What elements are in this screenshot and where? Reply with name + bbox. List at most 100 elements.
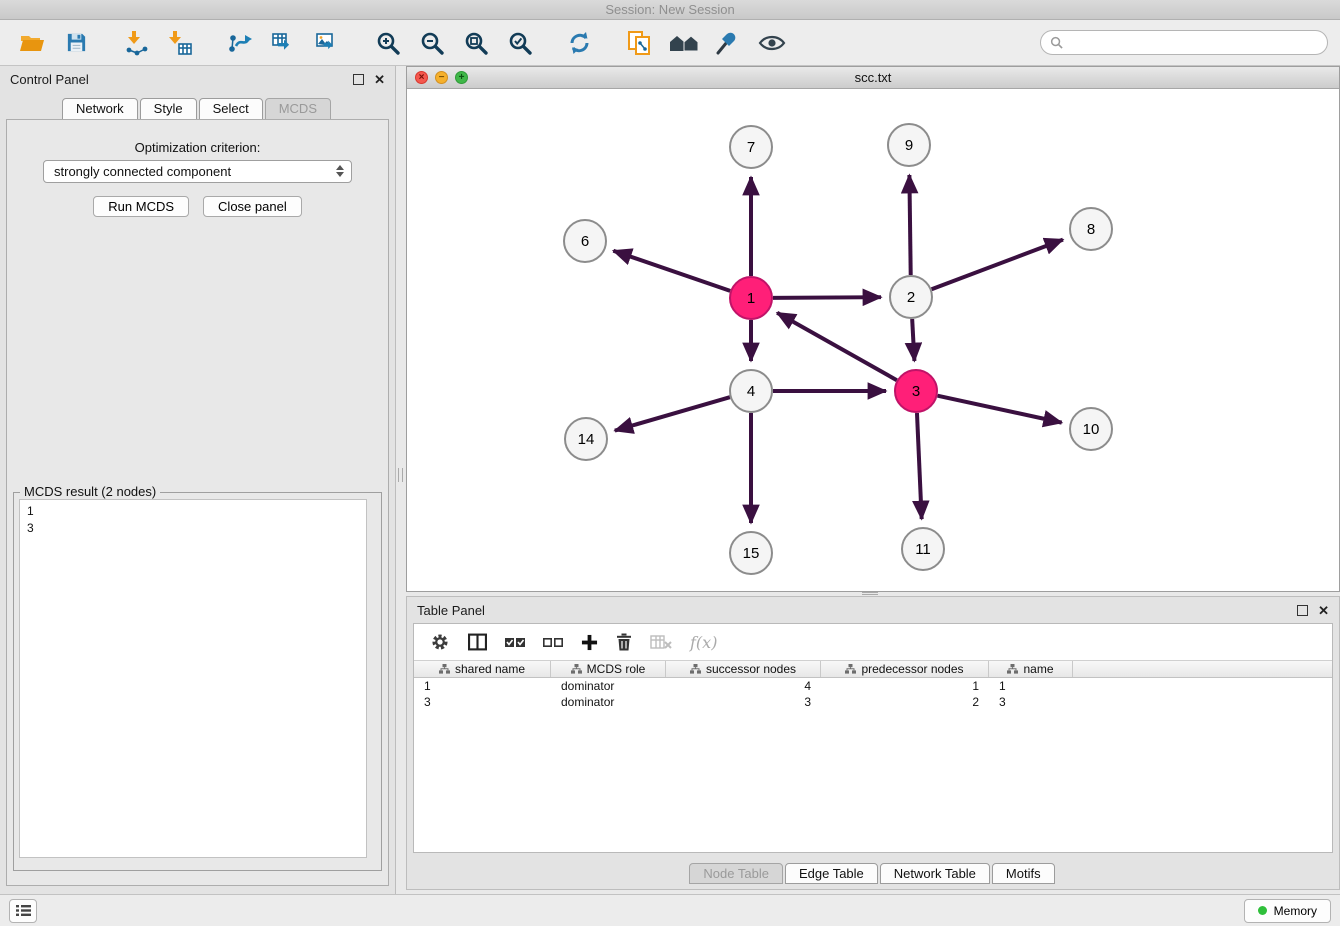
edge-1-6[interactable]	[613, 251, 730, 291]
node-15[interactable]: 15	[730, 532, 772, 574]
table-cell[interactable]: 2	[821, 694, 989, 710]
search-input[interactable]	[1068, 36, 1318, 50]
maximize-window-icon[interactable]: +	[455, 71, 468, 84]
export-image-button[interactable]	[308, 24, 348, 62]
import-network-icon	[123, 30, 149, 56]
node-6[interactable]: 6	[564, 220, 606, 262]
refresh-button[interactable]	[560, 24, 600, 62]
export-network-button[interactable]	[220, 24, 260, 62]
import-network-button[interactable]	[116, 24, 156, 62]
zoom-fit-button[interactable]	[456, 24, 496, 62]
tab-motifs[interactable]: Motifs	[992, 863, 1055, 884]
table-cell[interactable]: dominator	[551, 694, 666, 710]
close-window-icon[interactable]: ×	[415, 71, 428, 84]
table-row[interactable]: 3dominator323	[414, 694, 1332, 710]
column-header-predecessor-nodes[interactable]: predecessor nodes	[821, 661, 989, 677]
show-column-button[interactable]	[468, 630, 487, 654]
table-cell[interactable]: 1	[414, 678, 551, 694]
trash-icon	[616, 633, 632, 651]
edge-2-3[interactable]	[912, 319, 914, 361]
column-header-successor-nodes[interactable]: successor nodes	[666, 661, 821, 677]
tab-mcds[interactable]: MCDS	[265, 98, 331, 120]
show-hide-details-button[interactable]	[752, 24, 792, 62]
style-brush-button[interactable]	[708, 24, 748, 62]
tab-style[interactable]: Style	[140, 98, 197, 120]
tab-network[interactable]: Network	[62, 98, 138, 120]
panel-menu-button[interactable]	[9, 899, 37, 923]
edge-2-9[interactable]	[909, 175, 910, 275]
duplicate-network-button[interactable]	[620, 24, 660, 62]
zoom-out-icon	[419, 30, 445, 56]
mcds-result-item[interactable]: 3	[27, 520, 359, 537]
node-9[interactable]: 9	[888, 124, 930, 166]
select-all-button[interactable]	[505, 630, 525, 654]
function-builder-button[interactable]: f(x)	[690, 630, 717, 654]
table-panel-title: Table Panel	[417, 603, 485, 618]
table-settings-button[interactable]	[430, 630, 450, 654]
float-panel-icon[interactable]	[353, 74, 364, 85]
tab-select[interactable]: Select	[199, 98, 263, 120]
add-column-button[interactable]	[581, 630, 598, 654]
os-titlebar: Session: New Session	[0, 0, 1340, 20]
delete-table-button[interactable]	[650, 630, 672, 654]
node-7[interactable]: 7	[730, 126, 772, 168]
edge-1-2[interactable]	[773, 297, 881, 298]
table-row[interactable]: 1dominator411	[414, 678, 1332, 694]
node-label: 6	[581, 233, 589, 250]
zoom-in-icon	[375, 30, 401, 56]
zoom-in-button[interactable]	[368, 24, 408, 62]
delete-column-button[interactable]	[616, 630, 632, 654]
table-cell[interactable]: 4	[666, 678, 821, 694]
memory-button[interactable]: Memory	[1244, 899, 1331, 923]
node-1[interactable]: 1	[730, 277, 772, 319]
tab-edge-table[interactable]: Edge Table	[785, 863, 878, 884]
tab-node-table[interactable]: Node Table	[689, 863, 783, 884]
nested-networks-button[interactable]	[664, 24, 704, 62]
close-panel-icon[interactable]: ✕	[374, 74, 385, 85]
column-header-shared-name[interactable]: shared name	[414, 661, 551, 677]
mcds-result-list: 13	[19, 499, 367, 858]
node-label: 7	[747, 139, 755, 156]
import-table-button[interactable]	[160, 24, 200, 62]
close-table-panel-icon[interactable]: ✕	[1318, 605, 1329, 616]
network-canvas[interactable]: 7 9 6 8 1 2 4 3 14 10 15 11	[407, 89, 1339, 591]
table-cell[interactable]: 3	[989, 694, 1073, 710]
deselect-all-button[interactable]	[543, 630, 563, 654]
table-cell[interactable]: 1	[989, 678, 1073, 694]
zoom-out-button[interactable]	[412, 24, 452, 62]
close-panel-button[interactable]: Close panel	[203, 196, 302, 217]
zoom-selected-icon	[507, 30, 533, 56]
zoom-selected-button[interactable]	[500, 24, 540, 62]
node-8[interactable]: 8	[1070, 208, 1112, 250]
save-session-button[interactable]	[56, 24, 96, 62]
node-3[interactable]: 3	[895, 370, 937, 412]
tab-network-table[interactable]: Network Table	[880, 863, 990, 884]
horizontal-splitter[interactable]	[862, 592, 878, 595]
run-mcds-button[interactable]: Run MCDS	[93, 196, 189, 217]
table-cell[interactable]: dominator	[551, 678, 666, 694]
mcds-result-item[interactable]: 1	[27, 503, 359, 520]
column-header-name[interactable]: name	[989, 661, 1073, 677]
criterion-select[interactable]: strongly connected component	[43, 160, 352, 183]
table-cell[interactable]: 3	[414, 694, 551, 710]
minimize-window-icon[interactable]: −	[435, 71, 448, 84]
open-session-button[interactable]	[12, 24, 52, 62]
vertical-splitter[interactable]	[398, 468, 403, 482]
node-14[interactable]: 14	[565, 418, 607, 460]
edge-3-1[interactable]	[777, 313, 897, 380]
float-table-panel-icon[interactable]	[1297, 605, 1308, 616]
node-11[interactable]: 11	[902, 528, 944, 570]
export-table-button[interactable]	[264, 24, 304, 62]
node-10[interactable]: 10	[1070, 408, 1112, 450]
edge-3-10[interactable]	[937, 396, 1061, 423]
search-box[interactable]	[1040, 30, 1328, 55]
edge-4-14[interactable]	[615, 397, 730, 430]
edge-3-11[interactable]	[917, 413, 922, 519]
table-cell[interactable]: 3	[666, 694, 821, 710]
save-icon	[65, 31, 88, 54]
node-2[interactable]: 2	[890, 276, 932, 318]
edge-2-8[interactable]	[932, 240, 1063, 290]
node-4[interactable]: 4	[730, 370, 772, 412]
table-cell[interactable]: 1	[821, 678, 989, 694]
column-header-MCDS-role[interactable]: MCDS role	[551, 661, 666, 677]
